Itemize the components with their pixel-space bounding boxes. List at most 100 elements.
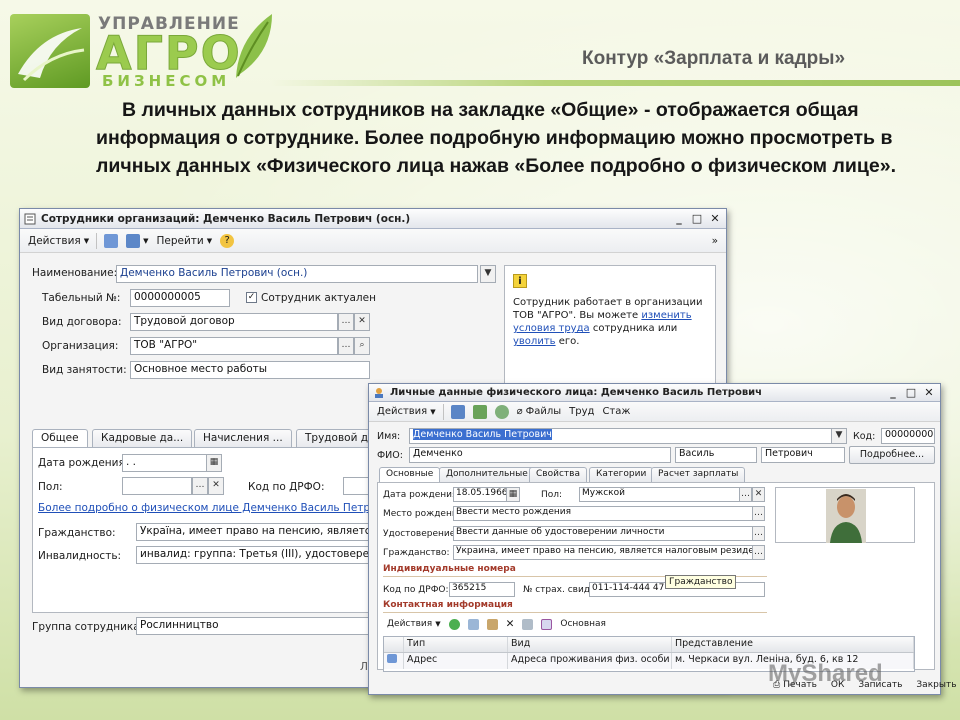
contacts-actions-menu[interactable]: Действия ▼ (383, 617, 445, 631)
employment-type-field[interactable]: Основное место работы (130, 361, 370, 379)
person-window-icon (375, 387, 383, 398)
person-birth-label: Дата рождения: (383, 490, 461, 500)
contract-select-icon[interactable]: … (338, 313, 354, 331)
maximize-button[interactable]: □ (690, 212, 704, 226)
tab-general[interactable]: Общее (32, 429, 88, 448)
employee-group-field[interactable]: Рослинництво (136, 617, 370, 635)
fio-label: ФИО: (377, 450, 403, 461)
person-birth-field[interactable]: 18.05.1966 (453, 487, 507, 502)
actions-menu[interactable]: Действия ▼ (24, 232, 93, 250)
citizenship-field[interactable]: Україна, имеет право на пенсию, является… (136, 523, 370, 541)
birth-place-select-icon[interactable]: … (752, 506, 765, 521)
copy-icon[interactable] (464, 617, 483, 631)
save-icon[interactable] (447, 403, 469, 421)
agro-logo: УПРАВЛЕНИЕ АГРО БИЗНЕСОМ (10, 8, 272, 90)
contacts-table-header: Тип Вид Представление (384, 637, 914, 653)
person-tab-payroll[interactable]: Расчет зарплаты (651, 467, 746, 482)
person-citizenship-select-icon[interactable]: … (752, 545, 765, 560)
contract-type-label: Вид договора: (42, 316, 122, 328)
gender-clear-icon[interactable]: ✕ (208, 477, 224, 495)
contract-clear-icon[interactable]: ✕ (354, 313, 370, 331)
contract-type-field[interactable]: Трудовой договор (130, 313, 338, 331)
minimize-button[interactable]: _ (672, 212, 686, 226)
employee-window-titlebar[interactable]: Сотрудники организаций: Демченко Василь … (20, 209, 726, 229)
set-main-button[interactable]: Основная (556, 617, 610, 631)
more-details-button[interactable]: Подробнее... (849, 446, 935, 464)
column-type[interactable]: Тип (404, 637, 508, 652)
person-close-button[interactable]: ✕ (922, 386, 936, 400)
record-icon[interactable] (469, 403, 491, 421)
person-gender-label: Пол: (541, 490, 563, 500)
structure-icon[interactable] (100, 232, 122, 250)
person-maximize-button[interactable]: □ (904, 386, 918, 400)
code-field[interactable]: 000000005 (881, 428, 935, 444)
person-drfo-label: Код по ДРФО: (383, 585, 449, 595)
birth-place-field[interactable]: Ввести место рождения (453, 506, 753, 521)
tab-hr-data[interactable]: Кадровые да... (92, 429, 193, 447)
intro-text: В личных данных сотрудников на закладке … (96, 99, 896, 177)
person-tab-main[interactable]: Основные (379, 467, 441, 482)
drfo-field[interactable] (343, 477, 371, 495)
goto-menu[interactable]: Перейти ▼ (153, 232, 217, 250)
person-name-dropdown-icon[interactable]: ▼ (831, 428, 847, 444)
refresh-icon[interactable] (491, 403, 513, 421)
person-tab-properties[interactable]: Свойства (529, 467, 587, 482)
person-drfo-field[interactable]: 365215 (449, 582, 515, 597)
tab-accruals[interactable]: Начисления ... (194, 429, 292, 447)
more-about-person-link[interactable]: Более подробно о физическом лице Демченк… (38, 502, 370, 514)
birth-date-field[interactable]: . . (122, 454, 208, 472)
person-citizenship-field[interactable]: Украина, имеет право на пенсию, является… (453, 545, 753, 560)
column-representation[interactable]: Представление (672, 637, 914, 652)
birth-date-label: Дата рождения: (38, 457, 129, 469)
labor-button[interactable]: Труд (565, 403, 598, 421)
edit-icon[interactable] (483, 617, 502, 631)
close-button[interactable]: ✕ (708, 212, 722, 226)
organization-field[interactable]: ТОВ "АГРО" (130, 337, 338, 355)
header-divider (270, 80, 960, 86)
person-tab-additional[interactable]: Дополнительные (439, 467, 535, 482)
patronymic-field[interactable]: Петрович (761, 447, 845, 463)
name-field[interactable]: Демченко Василь Петрович (осн.) (116, 265, 478, 283)
disability-field[interactable]: инвалид: группа: Третья (III), удостовер… (136, 546, 370, 564)
more-chevron-icon[interactable]: » (708, 232, 722, 250)
edit-field-icon[interactable] (518, 617, 537, 631)
person-name-field[interactable]: Демченко Василь Петрович (409, 428, 845, 444)
organization-select-icon[interactable]: … (338, 337, 354, 355)
name-dropdown-icon[interactable]: ▼ (480, 265, 496, 283)
person-name-label: Имя: (377, 431, 401, 442)
tab-number-field[interactable]: 0000000005 (130, 289, 230, 307)
dismiss-link[interactable]: уволить (513, 336, 556, 347)
gender-field[interactable] (122, 477, 192, 495)
person-tab-categories[interactable]: Категории (589, 467, 654, 482)
address-icon (384, 653, 404, 669)
files-button[interactable]: ⌀ Файлы (513, 403, 566, 421)
logo-text-bottom: БИЗНЕСОМ (102, 72, 231, 90)
calendar-icon[interactable]: ▦ (206, 454, 222, 472)
help-icon[interactable]: ? (216, 232, 238, 250)
window-icon (24, 213, 36, 224)
person-gender-select-icon[interactable]: … (739, 487, 752, 502)
surname-field[interactable]: Демченко (409, 447, 671, 463)
person-calendar-icon[interactable]: ▦ (506, 487, 520, 502)
close-window-button[interactable]: Закрыть (912, 678, 960, 692)
column-kind[interactable]: Вид (508, 637, 672, 652)
id-doc-field[interactable]: Ввести данные об удостоверении личности (453, 526, 753, 541)
active-checkbox[interactable]: ✓ (246, 292, 257, 303)
delete-icon[interactable]: ✕ (502, 617, 519, 631)
first-name-field[interactable]: Василь (675, 447, 757, 463)
gender-select-icon[interactable]: … (192, 477, 208, 495)
disable-icon[interactable] (537, 617, 556, 631)
person-window-titlebar[interactable]: Личные данные физического лица: Демченко… (369, 384, 940, 402)
id-doc-select-icon[interactable]: … (752, 526, 765, 541)
person-minimize-button[interactable]: _ (886, 386, 900, 400)
ids-section-heading: Индивидуальные номера (383, 564, 516, 574)
person-window-title: Личные данные физического лица: Демченко… (390, 387, 763, 398)
organization-search-icon[interactable]: ⌕ (354, 337, 370, 355)
add-icon[interactable] (445, 617, 464, 631)
person-actions-menu[interactable]: Действия ▼ (373, 403, 440, 421)
contacts-section-heading: Контактная информация (383, 600, 513, 610)
experience-button[interactable]: Стаж (598, 403, 634, 421)
person-gender-clear-icon[interactable]: ✕ (752, 487, 765, 502)
person-gender-field[interactable]: Мужской (579, 487, 741, 502)
transfer-icon[interactable]: ▼ (122, 232, 152, 250)
